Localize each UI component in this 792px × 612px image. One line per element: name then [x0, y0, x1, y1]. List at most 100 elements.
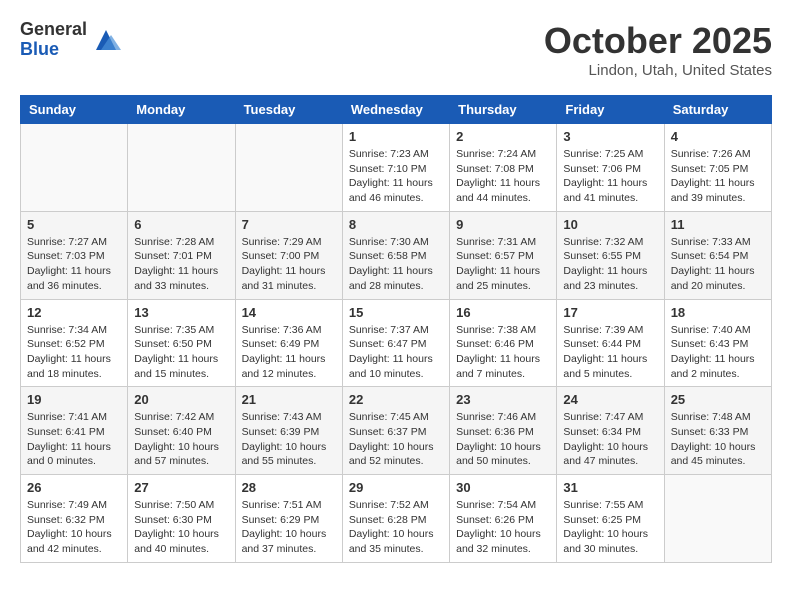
weekday-header-monday: Monday — [128, 96, 235, 124]
week-row-2: 5Sunrise: 7:27 AM Sunset: 7:03 PM Daylig… — [21, 211, 772, 299]
weekday-header-thursday: Thursday — [450, 96, 557, 124]
calendar-cell: 3Sunrise: 7:25 AM Sunset: 7:06 PM Daylig… — [557, 124, 664, 212]
day-info: Sunrise: 7:47 AM Sunset: 6:34 PM Dayligh… — [563, 410, 657, 469]
calendar-cell: 10 Sunrise: 7:32 AM Sunset: 6:55 PM Dayli… — [557, 211, 664, 299]
day-number: 10 — [563, 217, 657, 232]
week-row-5: 26 Sunrise: 7:49 AM Sunset: 6:32 PM Dayli… — [21, 475, 772, 563]
calendar-cell: 18 Sunrise: 7:40 AM Sunset: 6:43 PM Dayli… — [664, 299, 771, 387]
day-number: 24 — [563, 392, 657, 407]
day-number: 30 — [456, 480, 550, 495]
day-info: Sunrise: 7:39 AM Sunset: 6:44 PM Dayligh… — [563, 323, 657, 382]
day-info: Sunrise: 7:27 AM Sunset: 7:03 PM Dayligh… — [27, 235, 121, 294]
calendar-cell: 19 Sunrise: 7:41 AM Sunset: 6:41 PM Dayli… — [21, 387, 128, 475]
calendar-cell: 28Sunrise: 7:51 AM Sunset: 6:29 PM Dayli… — [235, 475, 342, 563]
day-info: Sunrise: 7:34 AM Sunset: 6:52 PM Dayligh… — [27, 323, 121, 382]
day-number: 12 — [27, 305, 121, 320]
calendar-cell: 20Sunrise: 7:42 AM Sunset: 6:40 PM Dayli… — [128, 387, 235, 475]
week-row-3: 12 Sunrise: 7:34 AM Sunset: 6:52 PM Dayli… — [21, 299, 772, 387]
calendar-cell: 2Sunrise: 7:24 AM Sunset: 7:08 PM Daylig… — [450, 124, 557, 212]
day-number: 26 — [27, 480, 121, 495]
logo-blue: Blue — [20, 40, 87, 60]
calendar-cell: 13Sunrise: 7:35 AM Sunset: 6:50 PM Dayli… — [128, 299, 235, 387]
day-number: 25 — [671, 392, 765, 407]
day-number: 9 — [456, 217, 550, 232]
day-info: Sunrise: 7:38 AM Sunset: 6:46 PM Dayligh… — [456, 323, 550, 382]
day-info: Sunrise: 7:32 AM Sunset: 6:55 PM Dayligh… — [563, 235, 657, 294]
week-row-1: 1 Sunrise: 7:23 AM Sunset: 7:10 PM Daylig… — [21, 124, 772, 212]
calendar-cell: 6 Sunrise: 7:28 AM Sunset: 7:01 PM Daylig… — [128, 211, 235, 299]
calendar-cell — [21, 124, 128, 212]
calendar-cell: 16 Sunrise: 7:38 AM Sunset: 6:46 PM Dayli… — [450, 299, 557, 387]
day-number: 11 — [671, 217, 765, 232]
calendar-cell: 1 Sunrise: 7:23 AM Sunset: 7:10 PM Daylig… — [342, 124, 449, 212]
calendar-cell: 27Sunrise: 7:50 AM Sunset: 6:30 PM Dayli… — [128, 475, 235, 563]
calendar-table: SundayMondayTuesdayWednesdayThursdayFrid… — [20, 95, 772, 563]
day-number: 29 — [349, 480, 443, 495]
logo: General Blue — [20, 20, 121, 60]
day-number: 17 — [563, 305, 657, 320]
day-info: Sunrise: 7:26 AM Sunset: 7:05 PM Dayligh… — [671, 147, 765, 206]
calendar-cell: 31 Sunrise: 7:55 AM Sunset: 6:25 PM Dayli… — [557, 475, 664, 563]
day-info: Sunrise: 7:43 AM Sunset: 6:39 PM Dayligh… — [242, 410, 336, 469]
day-info: Sunrise: 7:28 AM Sunset: 7:01 PM Dayligh… — [134, 235, 228, 294]
calendar-cell: 23 Sunrise: 7:46 AM Sunset: 6:36 PM Dayli… — [450, 387, 557, 475]
calendar-cell — [128, 124, 235, 212]
day-info: Sunrise: 7:45 AM Sunset: 6:37 PM Dayligh… — [349, 410, 443, 469]
day-info: Sunrise: 7:48 AM Sunset: 6:33 PM Dayligh… — [671, 410, 765, 469]
calendar-cell: 9 Sunrise: 7:31 AM Sunset: 6:57 PM Daylig… — [450, 211, 557, 299]
day-info: Sunrise: 7:29 AM Sunset: 7:00 PM Dayligh… — [242, 235, 336, 294]
day-info: Sunrise: 7:23 AM Sunset: 7:10 PM Dayligh… — [349, 147, 443, 206]
calendar-cell: 11 Sunrise: 7:33 AM Sunset: 6:54 PM Dayli… — [664, 211, 771, 299]
day-number: 21 — [242, 392, 336, 407]
calendar-cell: 24 Sunrise: 7:47 AM Sunset: 6:34 PM Dayli… — [557, 387, 664, 475]
day-info: Sunrise: 7:41 AM Sunset: 6:41 PM Dayligh… — [27, 410, 121, 469]
day-info: Sunrise: 7:54 AM Sunset: 6:26 PM Dayligh… — [456, 498, 550, 557]
day-number: 20 — [134, 392, 228, 407]
day-number: 19 — [27, 392, 121, 407]
day-info: Sunrise: 7:40 AM Sunset: 6:43 PM Dayligh… — [671, 323, 765, 382]
day-number: 31 — [563, 480, 657, 495]
day-number: 23 — [456, 392, 550, 407]
day-number: 22 — [349, 392, 443, 407]
logo-icon — [91, 25, 121, 55]
calendar-cell: 8Sunrise: 7:30 AM Sunset: 6:58 PM Daylig… — [342, 211, 449, 299]
day-info: Sunrise: 7:36 AM Sunset: 6:49 PM Dayligh… — [242, 323, 336, 382]
day-info: Sunrise: 7:49 AM Sunset: 6:32 PM Dayligh… — [27, 498, 121, 557]
day-number: 1 — [349, 129, 443, 144]
day-number: 15 — [349, 305, 443, 320]
day-number: 27 — [134, 480, 228, 495]
calendar-cell: 21 Sunrise: 7:43 AM Sunset: 6:39 PM Dayli… — [235, 387, 342, 475]
day-info: Sunrise: 7:55 AM Sunset: 6:25 PM Dayligh… — [563, 498, 657, 557]
calendar-cell: 14 Sunrise: 7:36 AM Sunset: 6:49 PM Dayli… — [235, 299, 342, 387]
location: Lindon, Utah, United States — [544, 62, 772, 79]
day-number: 7 — [242, 217, 336, 232]
day-number: 2 — [456, 129, 550, 144]
calendar-cell: 29 Sunrise: 7:52 AM Sunset: 6:28 PM Dayli… — [342, 475, 449, 563]
weekday-header-row: SundayMondayTuesdayWednesdayThursdayFrid… — [21, 96, 772, 124]
calendar-cell: 17 Sunrise: 7:39 AM Sunset: 6:44 PM Dayli… — [557, 299, 664, 387]
day-info: Sunrise: 7:25 AM Sunset: 7:06 PM Dayligh… — [563, 147, 657, 206]
week-row-4: 19 Sunrise: 7:41 AM Sunset: 6:41 PM Dayli… — [21, 387, 772, 475]
calendar-cell: 30 Sunrise: 7:54 AM Sunset: 6:26 PM Dayli… — [450, 475, 557, 563]
calendar-cell: 5Sunrise: 7:27 AM Sunset: 7:03 PM Daylig… — [21, 211, 128, 299]
calendar-cell: 15 Sunrise: 7:37 AM Sunset: 6:47 PM Dayli… — [342, 299, 449, 387]
logo-general: General — [20, 20, 87, 40]
calendar-cell: 25 Sunrise: 7:48 AM Sunset: 6:33 PM Dayli… — [664, 387, 771, 475]
day-number: 18 — [671, 305, 765, 320]
day-info: Sunrise: 7:31 AM Sunset: 6:57 PM Dayligh… — [456, 235, 550, 294]
day-info: Sunrise: 7:52 AM Sunset: 6:28 PM Dayligh… — [349, 498, 443, 557]
calendar-cell: 12 Sunrise: 7:34 AM Sunset: 6:52 PM Dayli… — [21, 299, 128, 387]
day-number: 14 — [242, 305, 336, 320]
day-info: Sunrise: 7:46 AM Sunset: 6:36 PM Dayligh… — [456, 410, 550, 469]
calendar-cell: 26 Sunrise: 7:49 AM Sunset: 6:32 PM Dayli… — [21, 475, 128, 563]
weekday-header-wednesday: Wednesday — [342, 96, 449, 124]
weekday-header-friday: Friday — [557, 96, 664, 124]
day-info: Sunrise: 7:33 AM Sunset: 6:54 PM Dayligh… — [671, 235, 765, 294]
day-number: 8 — [349, 217, 443, 232]
day-number: 16 — [456, 305, 550, 320]
calendar-cell: 22 Sunrise: 7:45 AM Sunset: 6:37 PM Dayli… — [342, 387, 449, 475]
day-number: 6 — [134, 217, 228, 232]
calendar-cell — [664, 475, 771, 563]
weekday-header-saturday: Saturday — [664, 96, 771, 124]
day-info: Sunrise: 7:37 AM Sunset: 6:47 PM Dayligh… — [349, 323, 443, 382]
